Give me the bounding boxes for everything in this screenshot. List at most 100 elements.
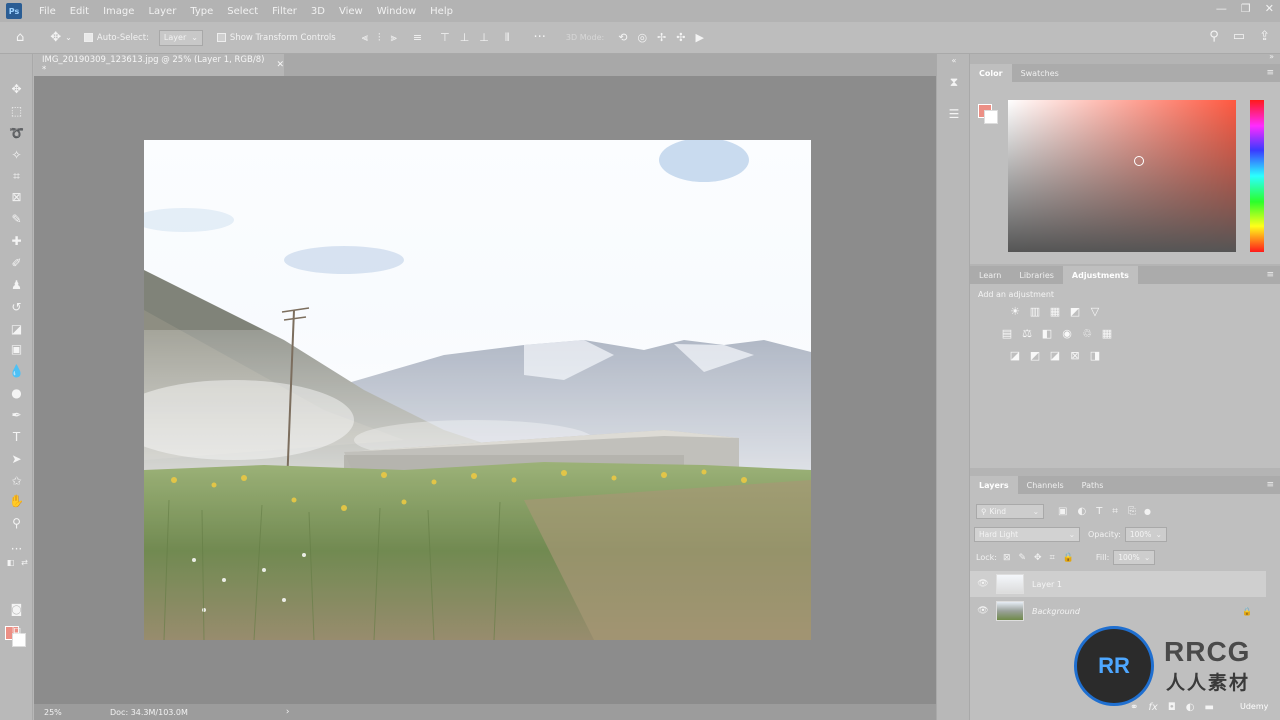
- panel-menu-icon[interactable]: ≡: [1266, 68, 1274, 78]
- filter-toggle-icon[interactable]: ●: [1144, 507, 1151, 516]
- panel-menu-icon[interactable]: ≡: [1266, 270, 1274, 280]
- tab-channels[interactable]: Channels: [1018, 476, 1073, 494]
- move-tool-icon[interactable]: ✥: [8, 80, 25, 97]
- layer-row[interactable]: 👁 Background 🔒: [970, 598, 1266, 624]
- tab-adjustments[interactable]: Adjustments: [1062, 266, 1138, 284]
- grid-icon[interactable]: ▦: [1100, 326, 1114, 340]
- lock-all-icon[interactable]: 🔒: [1063, 553, 1074, 563]
- dodge-tool-icon[interactable]: ●: [8, 384, 25, 401]
- menu-select[interactable]: Select: [220, 6, 265, 17]
- align-middle-icon[interactable]: ⊥: [460, 31, 470, 45]
- align-top-icon[interactable]: ⊤: [440, 31, 450, 45]
- visibility-eye-icon[interactable]: 👁: [970, 579, 996, 589]
- menu-file[interactable]: File: [32, 6, 63, 17]
- gradient-map-icon[interactable]: ◨: [1088, 348, 1102, 362]
- chevron-right-icon[interactable]: ›: [286, 707, 290, 717]
- layer-name[interactable]: Layer 1: [1032, 580, 1266, 589]
- menu-view[interactable]: View: [332, 6, 370, 17]
- marquee-tool-icon[interactable]: ⬚: [8, 102, 25, 119]
- share-icon[interactable]: ⇪: [1259, 29, 1270, 44]
- screen-mode-icon[interactable]: ⧉: [8, 622, 25, 639]
- more-options-icon[interactable]: ···: [534, 30, 546, 45]
- opacity-input[interactable]: 100% ⌄: [1124, 527, 1167, 542]
- levels-icon[interactable]: ▥: [1028, 304, 1042, 318]
- tab-learn[interactable]: Learn: [970, 266, 1010, 284]
- tab-libraries[interactable]: Libraries: [1010, 266, 1063, 284]
- restore-icon[interactable]: ❐: [1241, 2, 1251, 15]
- clone-stamp-tool-icon[interactable]: ♟: [8, 276, 25, 293]
- lock-transparent-icon[interactable]: ⊠: [1003, 553, 1011, 563]
- layer-row[interactable]: 👁 Layer 1: [970, 571, 1266, 597]
- mask-icon[interactable]: ◘: [1168, 702, 1176, 713]
- history-brush-tool-icon[interactable]: ↺: [8, 298, 25, 315]
- image-canvas[interactable]: [144, 140, 811, 640]
- hand-tool-icon[interactable]: ✋: [8, 492, 25, 509]
- blend-mode-dropdown[interactable]: Hard Light ⌄: [974, 527, 1080, 542]
- bw-icon[interactable]: ◧: [1040, 326, 1054, 340]
- menu-layer[interactable]: Layer: [141, 6, 183, 17]
- threshold-icon[interactable]: ◪: [1048, 348, 1062, 362]
- invert-icon[interactable]: ◪: [1008, 348, 1022, 362]
- brush-tool-icon[interactable]: ✐: [8, 254, 25, 271]
- tab-color[interactable]: Color: [970, 64, 1012, 82]
- path-selection-tool-icon[interactable]: ➤: [8, 450, 25, 467]
- swap-colors-icon[interactable]: ⇄: [16, 554, 33, 571]
- type-filter-icon[interactable]: T: [1096, 506, 1102, 517]
- menu-filter[interactable]: Filter: [265, 6, 304, 17]
- blur-tool-icon[interactable]: 💧: [8, 362, 25, 379]
- zoom-tool-icon[interactable]: ⚲: [8, 514, 25, 531]
- close-icon[interactable]: ✕: [1265, 2, 1274, 15]
- lasso-tool-icon[interactable]: ➰: [8, 124, 25, 141]
- adjustment-filter-icon[interactable]: ◐: [1077, 506, 1086, 517]
- panel-menu-icon[interactable]: ≡: [1266, 480, 1274, 490]
- link-layers-icon[interactable]: ⚭: [1130, 702, 1138, 713]
- menu-edit[interactable]: Edit: [63, 6, 96, 17]
- crop-tool-icon[interactable]: ⌗: [8, 168, 25, 185]
- chevron-down-icon[interactable]: ⌄: [65, 33, 72, 42]
- search-icon[interactable]: ⚲: [1209, 29, 1219, 44]
- vibrance-icon[interactable]: ▤: [1000, 326, 1014, 340]
- eyedropper-tool-icon[interactable]: ✎: [8, 210, 25, 227]
- magic-wand-tool-icon[interactable]: ✧: [8, 146, 25, 163]
- align-bottom-icon[interactable]: ⊥: [479, 31, 489, 45]
- lock-image-icon[interactable]: ✎: [1018, 553, 1026, 563]
- home-icon[interactable]: ⌂: [16, 30, 24, 45]
- quick-mask-icon[interactable]: ◙: [8, 600, 25, 617]
- minimize-icon[interactable]: —: [1216, 2, 1227, 15]
- align-right-icon[interactable]: ⫸: [391, 31, 397, 45]
- color-picker-ring[interactable]: [1134, 156, 1144, 166]
- align-distribute-icon[interactable]: ≡: [413, 31, 422, 45]
- eraser-tool-icon[interactable]: ◪: [8, 320, 25, 337]
- menu-3d[interactable]: 3D: [304, 6, 332, 17]
- history-icon[interactable]: ⧗: [946, 74, 962, 90]
- healing-brush-tool-icon[interactable]: ✚: [8, 232, 25, 249]
- menu-help[interactable]: Help: [423, 6, 460, 17]
- auto-select-checkbox[interactable]: Auto-Select:: [83, 33, 149, 43]
- lock-position-icon[interactable]: ✥: [1034, 553, 1042, 563]
- layer-name[interactable]: Background: [1032, 607, 1242, 616]
- document-tab[interactable]: IMG_20190309_123613.jpg @ 25% (Layer 1, …: [34, 54, 284, 76]
- align-center-icon[interactable]: ⫶: [378, 31, 381, 45]
- color-field[interactable]: [1008, 100, 1236, 252]
- smart-object-filter-icon[interactable]: ⎘: [1128, 506, 1136, 517]
- sun-icon[interactable]: ☀: [1008, 304, 1022, 318]
- triangle-icon[interactable]: ▽: [1088, 304, 1102, 318]
- orbit-icon[interactable]: ⟲: [618, 31, 627, 44]
- show-transform-controls-checkbox[interactable]: Show Transform Controls: [216, 33, 336, 43]
- mixer-icon[interactable]: ♲: [1080, 326, 1094, 340]
- lock-artboard-icon[interactable]: ⌗: [1050, 553, 1055, 563]
- balance-icon[interactable]: ⚖: [1020, 326, 1034, 340]
- tab-layers[interactable]: Layers: [970, 476, 1018, 494]
- menu-type[interactable]: Type: [183, 6, 220, 17]
- menu-window[interactable]: Window: [370, 6, 423, 17]
- move-tool-preset-icon[interactable]: ✥: [50, 30, 61, 45]
- fill-input[interactable]: 100% ⌄: [1113, 550, 1156, 565]
- camera-icon[interactable]: ◉: [1060, 326, 1074, 340]
- posterize-icon[interactable]: ◩: [1028, 348, 1042, 362]
- pixel-filter-icon[interactable]: ▣: [1058, 506, 1067, 517]
- gradient-tool-icon[interactable]: ▣: [8, 340, 25, 357]
- visibility-eye-icon[interactable]: 👁: [970, 606, 996, 616]
- hue-slider[interactable]: [1250, 100, 1264, 252]
- close-icon[interactable]: ✕: [276, 60, 284, 70]
- tab-paths[interactable]: Paths: [1073, 476, 1113, 494]
